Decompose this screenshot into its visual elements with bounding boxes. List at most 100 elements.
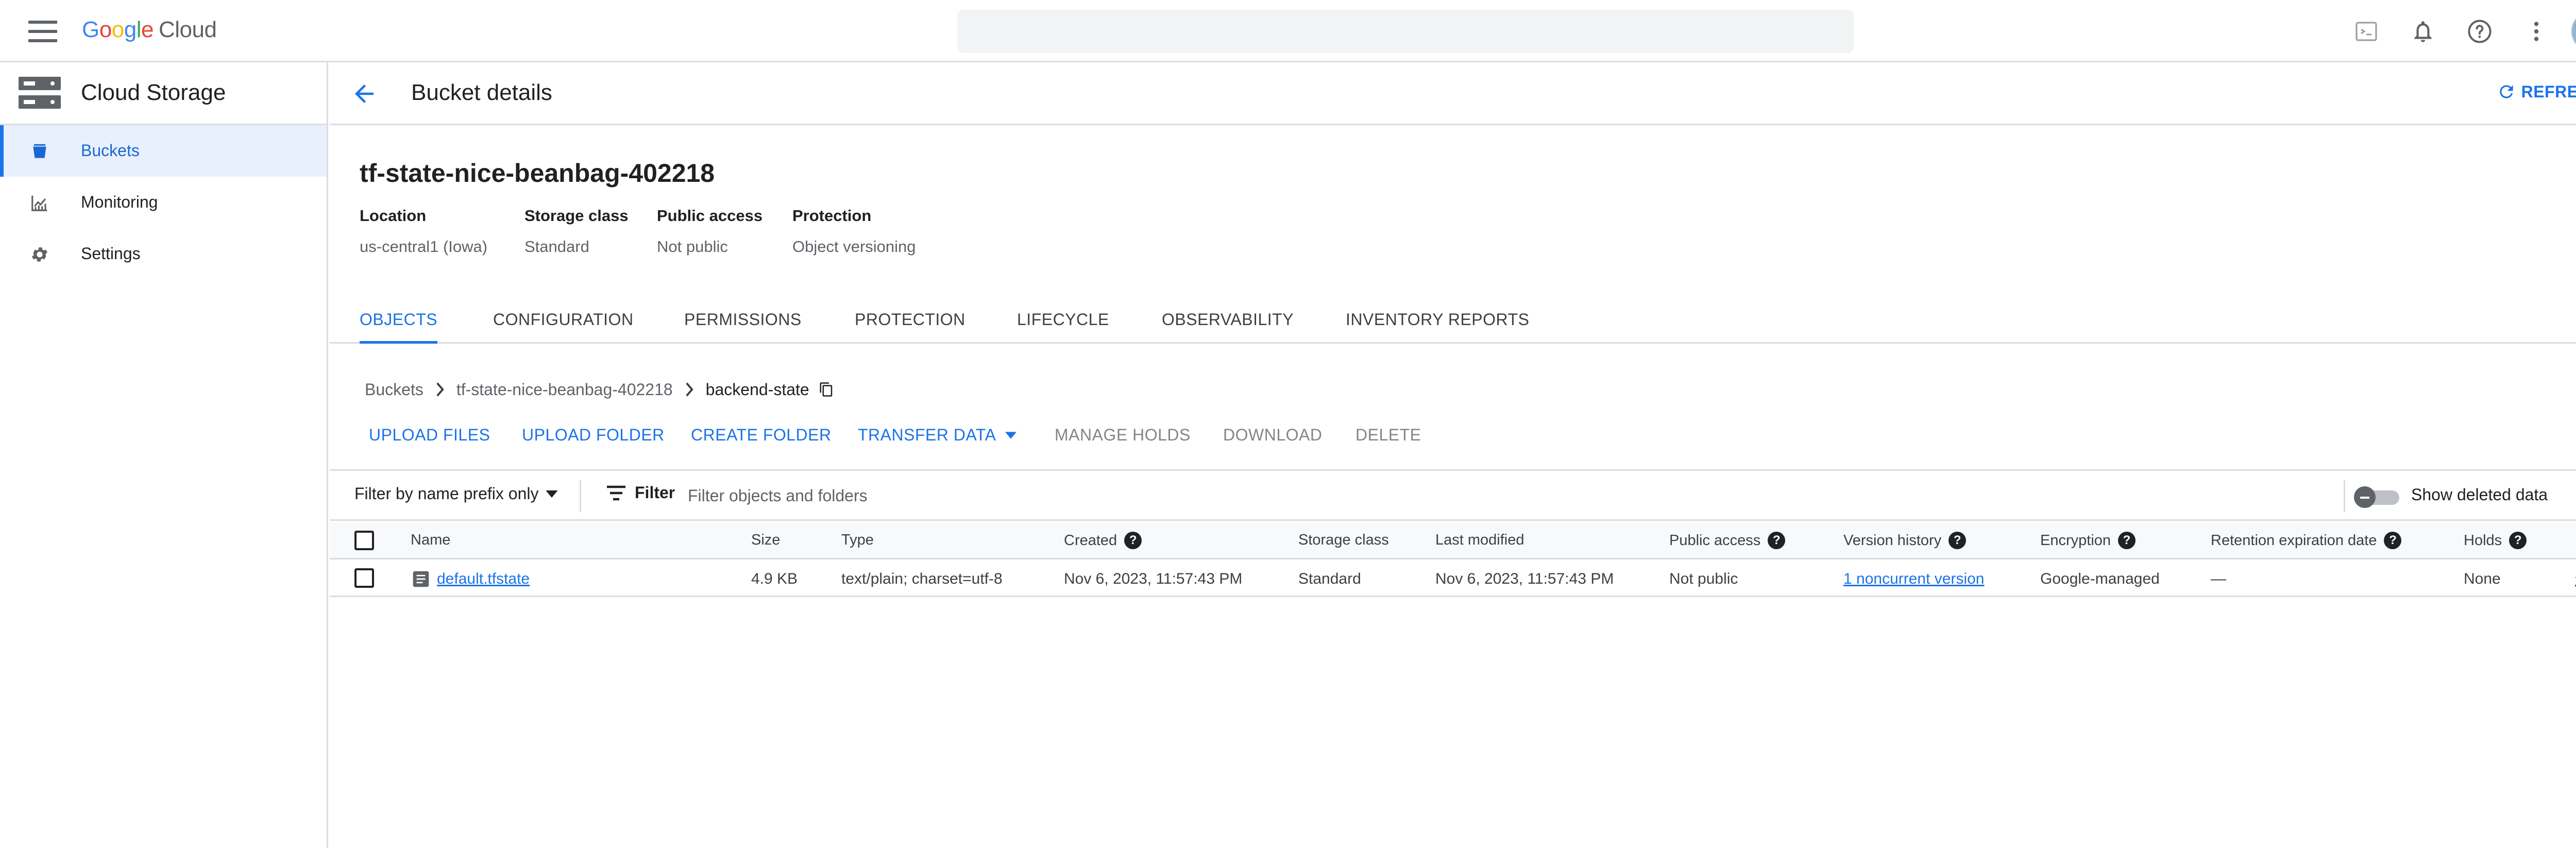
transfer-data-button[interactable]: TRANSFER DATA [858,426,1017,445]
help-icon[interactable]: ? [1124,532,1142,549]
cell-version-history: 1 noncurrent version [1843,570,1985,588]
column-header-size[interactable]: Size [751,532,780,549]
chevron-right-icon [685,382,693,397]
bucket-name: tf-state-nice-beanbag-402218 [360,159,715,188]
column-header-label: Public access [1669,532,1761,549]
tab-configuration[interactable]: CONFIGURATION [493,299,634,344]
row-checkbox[interactable] [354,568,374,588]
column-header-holds[interactable]: Holds? [2464,532,2527,549]
page-title: Bucket details [411,80,552,105]
google-cloud-logo[interactable]: Google Cloud [82,17,217,43]
top-bar: Google Cloud [0,0,2576,62]
help-icon[interactable]: ? [1948,532,1967,549]
tab-observability[interactable]: OBSERVABILITY [1162,299,1294,344]
avatar[interactable] [2571,11,2576,52]
column-header-storage-class[interactable]: Storage class [1298,532,1389,549]
help-icon[interactable]: ? [2384,532,2402,549]
column-header-label: Version history [1843,532,1942,549]
product-header: Cloud Storage [0,62,327,125]
divider [580,480,581,512]
column-header-public-access[interactable]: Public access? [1669,532,1786,549]
table-row[interactable]: default.tfstate 4.9 KB text/plain; chars… [330,561,2576,597]
sidebar-item-label: Buckets [81,141,140,160]
sidebar-item-settings[interactable]: Settings [0,228,327,280]
manage-holds-button[interactable]: MANAGE HOLDS [1055,426,1191,445]
sidebar: Cloud Storage Buckets Monitoring Setting… [0,62,328,848]
cell-last-modified: Nov 6, 2023, 11:57:43 PM [1435,570,1614,587]
search-input[interactable] [957,10,1854,53]
version-history-link[interactable]: 1 noncurrent version [1843,570,1985,588]
upload-folder-button[interactable]: UPLOAD FOLDER [522,426,665,445]
show-deleted-toggle[interactable] [2354,486,2400,508]
breadcrumb: Buckets tf-state-nice-beanbag-402218 bac… [365,377,834,402]
tab-objects[interactable]: OBJECTS [360,299,438,344]
column-header-label: Created [1064,532,1117,549]
filter-label-text: Filter [635,483,675,502]
chevron-right-icon [436,382,444,397]
logo-letter: g [124,17,137,42]
more-vert-icon[interactable] [2519,14,2553,48]
help-icon[interactable] [2463,14,2497,48]
upload-files-button[interactable]: UPLOAD FILES [369,426,490,445]
column-header-type[interactable]: Type [841,532,874,549]
sidebar-item-label: Settings [81,244,141,263]
caret-down-icon [546,490,558,498]
download-icon[interactable] [2571,569,2576,590]
table-header: Name Size Type Created? Storage class La… [330,522,2576,559]
tab-protection[interactable]: PROTECTION [855,299,965,344]
tab-lifecycle[interactable]: LIFECYCLE [1017,299,1109,344]
filter-label: Filter [606,483,675,502]
column-header-label: Encryption [2040,532,2111,549]
prefix-filter-select[interactable]: Filter by name prefix only [354,484,558,503]
cell-encryption: Google-managed [2040,570,2160,587]
create-folder-button[interactable]: CREATE FOLDER [691,426,832,445]
help-icon[interactable]: ? [2509,532,2527,549]
chart-icon [31,195,47,211]
summary-value-public-access: Not public [657,238,728,256]
refresh-button[interactable]: REFRESH [2497,82,2576,101]
main-content: Bucket details REFRESH tf-state-nice-bea… [330,62,2576,848]
column-header-name[interactable]: Name [411,532,450,549]
terminal-icon[interactable] [2349,14,2383,48]
transfer-data-label: TRANSFER DATA [858,426,996,444]
sidebar-item-monitoring[interactable]: Monitoring [0,177,327,228]
sidebar-item-buckets[interactable]: Buckets [0,125,327,177]
sidebar-item-label: Monitoring [81,193,158,211]
column-header-created[interactable]: Created? [1064,532,1142,549]
prefix-filter-label: Filter by name prefix only [354,484,539,503]
column-header-version-history[interactable]: Version history? [1843,532,1967,549]
copy-icon[interactable] [819,380,834,399]
help-icon[interactable]: ? [2118,532,2136,549]
menu-icon[interactable] [28,21,57,42]
delete-button[interactable]: DELETE [1355,426,1421,445]
column-header-encryption[interactable]: Encryption? [2040,532,2136,549]
product-title: Cloud Storage [81,80,226,105]
filter-input[interactable] [688,480,1564,511]
toggle-knob [2354,486,2376,508]
summary-value-protection: Object versioning [792,238,916,256]
tab-inventory-reports[interactable]: INVENTORY REPORTS [1346,299,1529,344]
download-button[interactable]: DOWNLOAD [1223,426,1322,445]
summary-label-storage-class: Storage class [524,207,629,225]
cell-type: text/plain; charset=utf-8 [841,570,1003,587]
column-header-retention[interactable]: Retention expiration date? [2211,532,2402,549]
bucket-icon [33,144,46,158]
caret-down-icon [1005,431,1017,439]
back-arrow-icon[interactable] [350,80,378,108]
cell-storage-class: Standard [1298,570,1361,587]
logo-letter: l [136,17,142,42]
page-header: Bucket details REFRESH [330,62,2576,125]
select-all-checkbox[interactable] [354,531,374,550]
breadcrumb-bucket[interactable]: tf-state-nice-beanbag-402218 [456,380,673,399]
cell-size: 4.9 KB [751,570,798,587]
summary-label-protection: Protection [792,207,872,225]
breadcrumb-buckets[interactable]: Buckets [365,380,423,399]
column-header-last-modified[interactable]: Last modified [1435,532,1524,549]
bell-icon[interactable] [2406,14,2440,48]
summary-label-location: Location [360,207,427,225]
help-icon[interactable]: ? [1768,532,1786,549]
column-header-label: Retention expiration date [2211,532,2377,549]
column-header-label: Holds [2464,532,2502,549]
tab-permissions[interactable]: PERMISSIONS [684,299,802,344]
object-name-link[interactable]: default.tfstate [437,570,530,588]
